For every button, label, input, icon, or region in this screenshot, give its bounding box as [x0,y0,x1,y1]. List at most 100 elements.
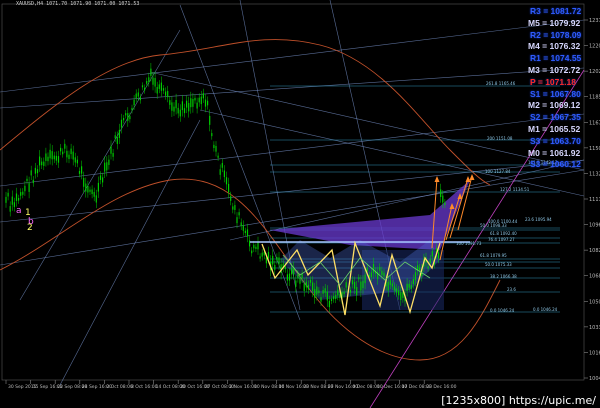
candle-body [87,186,89,193]
candle-body [240,222,242,227]
symbol-label: XAUUSD,H4 [16,1,44,7]
candle-body [253,244,255,249]
candle-body [190,98,192,108]
candle-body [41,161,43,166]
candle-body [246,229,249,237]
price-chart[interactable]: 1237. 1220. 1202. 1185. 1167. 1150. 1132. 1111.… [0,0,600,408]
candle-body [414,272,417,281]
wave-label: a [16,206,22,216]
candle-body [438,252,440,259]
y-tick-label: 1132. [589,171,600,177]
candle-body [91,189,93,194]
fib-label: 200 1151.08 [487,136,513,141]
chart-title: XAUUSD,H4 1071.70 1071.90 1071.00 1071.5… [16,1,139,7]
candle-body [316,286,318,295]
pivot-level-label: P = 1071.18 [530,76,576,87]
candle-body [62,151,64,155]
candle-body [167,90,169,98]
y-tick-label: 1202. [589,69,600,75]
pivot-level-label: M3 = 1072.72 [528,65,581,75]
candle-body [30,170,32,176]
wave-label: 2 [27,223,33,233]
candle-body [312,282,314,291]
candle-body [72,151,74,160]
candle-body [156,87,158,94]
candle-body [22,191,24,195]
candle-body [330,298,333,301]
candle-body [160,82,162,91]
candle-body [387,281,389,291]
pivot-level-label: R1 = 1074.55 [530,53,582,64]
candle-body [20,192,22,196]
x-tick-label: 4 Dec 08:00 [352,384,380,390]
candle-body [427,266,429,269]
fib-label: 61.8 1092.40 [490,231,517,236]
candle-body [295,280,297,287]
candle-body [284,266,286,270]
candle-body [244,230,246,233]
candle-body [9,206,11,212]
watermark: [1235x800] https://upic.me/ [439,394,598,407]
candle-body [129,116,131,120]
fib-label: 0.0 1046.24 [533,307,558,312]
candle-body [15,193,18,201]
fib-label: 127.2 1134.51 [500,187,530,192]
candle-body [242,225,244,231]
fib-label: 76.4 1097.27 [488,237,515,242]
candle-body [358,277,360,280]
candle-body [257,242,259,250]
candle-body [179,109,181,117]
candle-body [192,99,194,107]
candle-body [202,93,204,99]
candle-body [261,252,263,257]
pivot-level-label: R2 = 1078.09 [530,29,582,40]
candle-body [379,267,381,271]
y-tick-label: 1150. [589,146,600,152]
candle-body [169,100,171,105]
candle-body [64,143,66,149]
candle-body [5,196,7,203]
candle-body [440,189,442,197]
candle-body [230,196,232,201]
fib-label: 50.0 1098.33 [480,223,507,228]
candle-body [146,80,148,84]
candle-body [251,250,253,254]
candle-body [301,273,303,279]
candle-body [221,163,223,168]
candle-body [383,272,385,277]
fib-label: 38.2 1066.38 [490,274,517,279]
projection-arrowhead [469,174,475,180]
candle-body [127,113,129,121]
candle-body [162,88,165,91]
candle-body [97,182,99,192]
candle-body [68,154,70,160]
candle-body [116,137,118,144]
x-tick-label: 2 Oct 08:00 [106,384,133,390]
candle-body [360,281,362,291]
candle-body [345,282,347,288]
candle-body [265,257,267,264]
fib-label: 23.6 [507,287,516,292]
candle-body [53,155,55,160]
y-tick-label: 1096. [589,223,600,229]
harmonic-pattern-fill [270,180,470,250]
candle-body [393,286,396,291]
y-tick-label: 1082. [589,248,600,254]
candle-body [335,294,337,299]
candle-body [406,283,408,291]
y-tick-label: 1167. [589,120,600,126]
candle-body [154,78,156,87]
candle-body [150,68,152,76]
candle-body [303,283,305,291]
pivot-level-label: M2 = 1069.12 [528,100,581,111]
candle-body [89,189,91,192]
trend-line [199,109,585,197]
candle-body [55,155,57,161]
candle-body [118,129,120,138]
candle-body [186,100,188,108]
candle-body [123,117,125,121]
candle-body [419,267,421,272]
y-tick-label: 1033. [589,325,600,331]
candle-body [183,108,186,114]
pivot-level-label: M0 = 1061.92 [528,147,581,158]
